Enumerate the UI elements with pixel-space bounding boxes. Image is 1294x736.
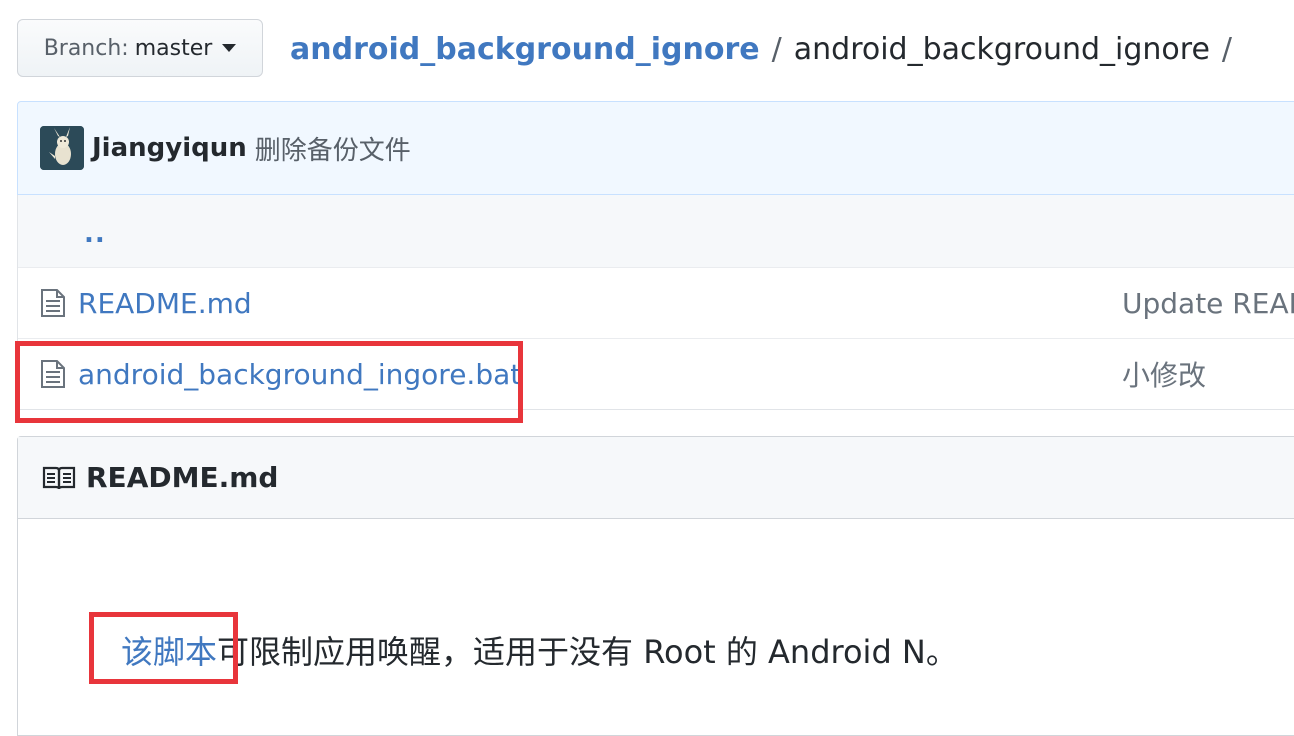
breadcrumb-current-dir: android_background_ignore xyxy=(793,31,1210,67)
readme-text: 可限制应用唤醒，适用于没有 Root 的 Android N。 xyxy=(217,633,958,671)
commit-author-link[interactable]: Jiangyiqun xyxy=(92,133,247,163)
file-row: android_background_ingore.bat 小修改 xyxy=(18,338,1294,409)
file-row: README.md Update READM xyxy=(18,267,1294,338)
file-commit-message-link[interactable]: 小修改 xyxy=(1122,354,1206,394)
branch-name: master xyxy=(134,35,213,61)
parent-directory-row: .. xyxy=(18,195,1294,267)
branch-prefix-label: Branch: xyxy=(43,35,129,61)
caret-down-icon xyxy=(222,44,237,52)
latest-commit-bar: Jiangyiqun 删除备份文件 xyxy=(17,101,1294,195)
breadcrumb-separator: / xyxy=(771,31,782,67)
readme-panel: README.md 该脚本可限制应用唤醒，适用于没有 Root 的 Androi… xyxy=(17,436,1294,736)
book-icon xyxy=(42,465,76,491)
breadcrumb: android_background_ignore / android_back… xyxy=(290,26,1244,72)
file-icon xyxy=(40,288,66,318)
breadcrumb-separator-trailing: / xyxy=(1221,31,1233,67)
readme-header: README.md xyxy=(18,437,1294,519)
file-icon xyxy=(40,359,66,389)
readme-highlight-link[interactable]: 该脚本 xyxy=(121,633,217,671)
readme-title: README.md xyxy=(86,461,279,494)
file-name-link[interactable]: android_background_ingore.bat xyxy=(78,358,521,391)
commit-message-link[interactable]: 删除备份文件 xyxy=(255,130,411,167)
file-name-link[interactable]: README.md xyxy=(78,287,252,320)
readme-content: 该脚本可限制应用唤醒，适用于没有 Root 的 Android N。 xyxy=(121,627,958,673)
avatar[interactable] xyxy=(40,126,84,170)
file-commit-message-link[interactable]: Update READM xyxy=(1122,287,1294,320)
breadcrumb-repo-link[interactable]: android_background_ignore xyxy=(290,32,760,67)
branch-select-button[interactable]: Branch: master xyxy=(17,19,263,77)
file-list: .. README.md Update READM android_back xyxy=(17,195,1294,410)
parent-directory-link[interactable]: .. xyxy=(84,219,106,249)
